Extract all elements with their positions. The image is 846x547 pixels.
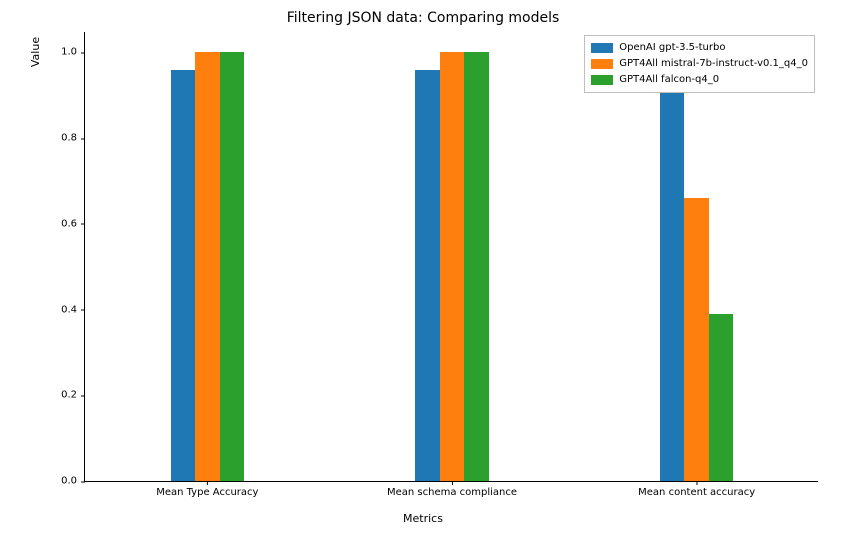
figure: Filtering JSON data: Comparing models 0.…: [0, 0, 846, 547]
legend-item: OpenAI gpt-3.5-turbo: [591, 40, 808, 56]
x-tick: Mean content accuracy: [638, 481, 755, 498]
legend: OpenAI gpt-3.5-turboGPT4All mistral-7b-i…: [584, 35, 815, 93]
x-tick: Mean Type Accuracy: [156, 481, 258, 498]
y-tick: 0.0: [61, 476, 85, 487]
y-axis-label: Value: [29, 0, 42, 277]
y-tick: 1.0: [61, 47, 85, 58]
bar: [660, 52, 684, 481]
bar: [220, 52, 244, 481]
x-axis-label: Metrics: [0, 512, 846, 525]
bar: [195, 52, 219, 481]
legend-item: GPT4All falcon-q4_0: [591, 72, 808, 88]
bar: [440, 52, 464, 481]
legend-label: OpenAI gpt-3.5-turbo: [619, 40, 725, 56]
y-tick: 0.2: [61, 390, 85, 401]
bar: [171, 70, 195, 481]
legend-item: GPT4All mistral-7b-instruct-v0.1_q4_0: [591, 56, 808, 72]
x-tick: Mean schema compliance: [387, 481, 517, 498]
chart-title: Filtering JSON data: Comparing models: [0, 10, 846, 26]
legend-label: GPT4All mistral-7b-instruct-v0.1_q4_0: [619, 56, 808, 72]
y-tick: 0.4: [61, 304, 85, 315]
bar: [464, 52, 488, 481]
bar: [709, 314, 733, 481]
legend-label: GPT4All falcon-q4_0: [619, 72, 719, 88]
legend-swatch: [591, 75, 613, 85]
bar: [415, 70, 439, 481]
bar: [684, 198, 708, 481]
y-tick: 0.6: [61, 218, 85, 229]
chart-axes: 0.00.20.40.60.81.0 Mean Type AccuracyMea…: [84, 32, 818, 482]
legend-swatch: [591, 59, 613, 69]
legend-swatch: [591, 43, 613, 53]
y-tick: 0.8: [61, 133, 85, 144]
